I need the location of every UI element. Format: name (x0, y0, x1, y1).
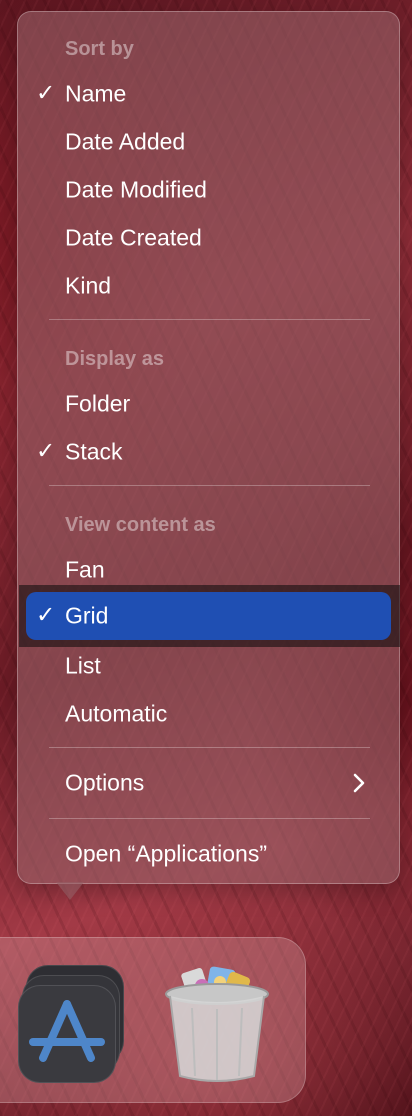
menu-separator (49, 485, 370, 486)
menu-item-label: Stack (65, 438, 123, 465)
menu-separator (49, 319, 370, 320)
menu-item-options[interactable]: Options (18, 759, 399, 807)
checkmark-icon: ✓ (36, 602, 56, 629)
menu-separator (49, 818, 370, 819)
app-store-stack-icon (18, 985, 116, 1083)
menu-item-kind[interactable]: Kind (18, 262, 399, 310)
menu-item-folder[interactable]: Folder (18, 380, 399, 428)
menu-item-label: Fan (65, 556, 105, 583)
chevron-right-icon (353, 773, 365, 793)
menu-item-date-added[interactable]: Date Added (18, 118, 399, 166)
menu-item-grid[interactable]: ✓ Grid (18, 592, 399, 640)
menu-pointer (56, 882, 84, 900)
menu-item-label: Folder (65, 390, 131, 417)
menu-item-label: Date Created (65, 224, 202, 251)
menu-item-label: Grid (65, 602, 109, 629)
display-as-header: Display as (65, 348, 164, 370)
menu-separator (49, 747, 370, 748)
menu-item-open-applications[interactable]: Open “Applications” (18, 830, 399, 878)
menu-item-stack[interactable]: ✓ Stack (18, 428, 399, 476)
menu-item-name[interactable]: ✓ Name (18, 70, 399, 118)
menu-item-date-modified[interactable]: Date Modified (18, 166, 399, 214)
sort-by-header: Sort by (65, 38, 134, 60)
menu-item-label: Name (65, 80, 127, 107)
menu-item-label: List (65, 652, 101, 679)
trash-full-icon[interactable] (162, 964, 272, 1086)
menu-item-label: Automatic (65, 700, 168, 727)
view-content-as-header: View content as (65, 514, 216, 536)
menu-item-label: Options (65, 769, 145, 796)
checkmark-icon: ✓ (36, 80, 56, 107)
menu-item-automatic[interactable]: Automatic (18, 690, 399, 738)
menu-item-date-created[interactable]: Date Created (18, 214, 399, 262)
checkmark-icon: ✓ (36, 438, 56, 465)
app-store-icon (29, 1000, 105, 1062)
menu-item-label: Date Added (65, 128, 186, 155)
menu-item-list[interactable]: List (18, 642, 399, 690)
stack-context-menu: Sort by ✓ Name Date Added Date Modified … (17, 11, 400, 884)
applications-stack[interactable] (18, 965, 124, 1085)
menu-item-label: Open “Applications” (65, 840, 267, 867)
menu-item-label: Date Modified (65, 176, 207, 203)
menu-item-label: Kind (65, 272, 112, 299)
